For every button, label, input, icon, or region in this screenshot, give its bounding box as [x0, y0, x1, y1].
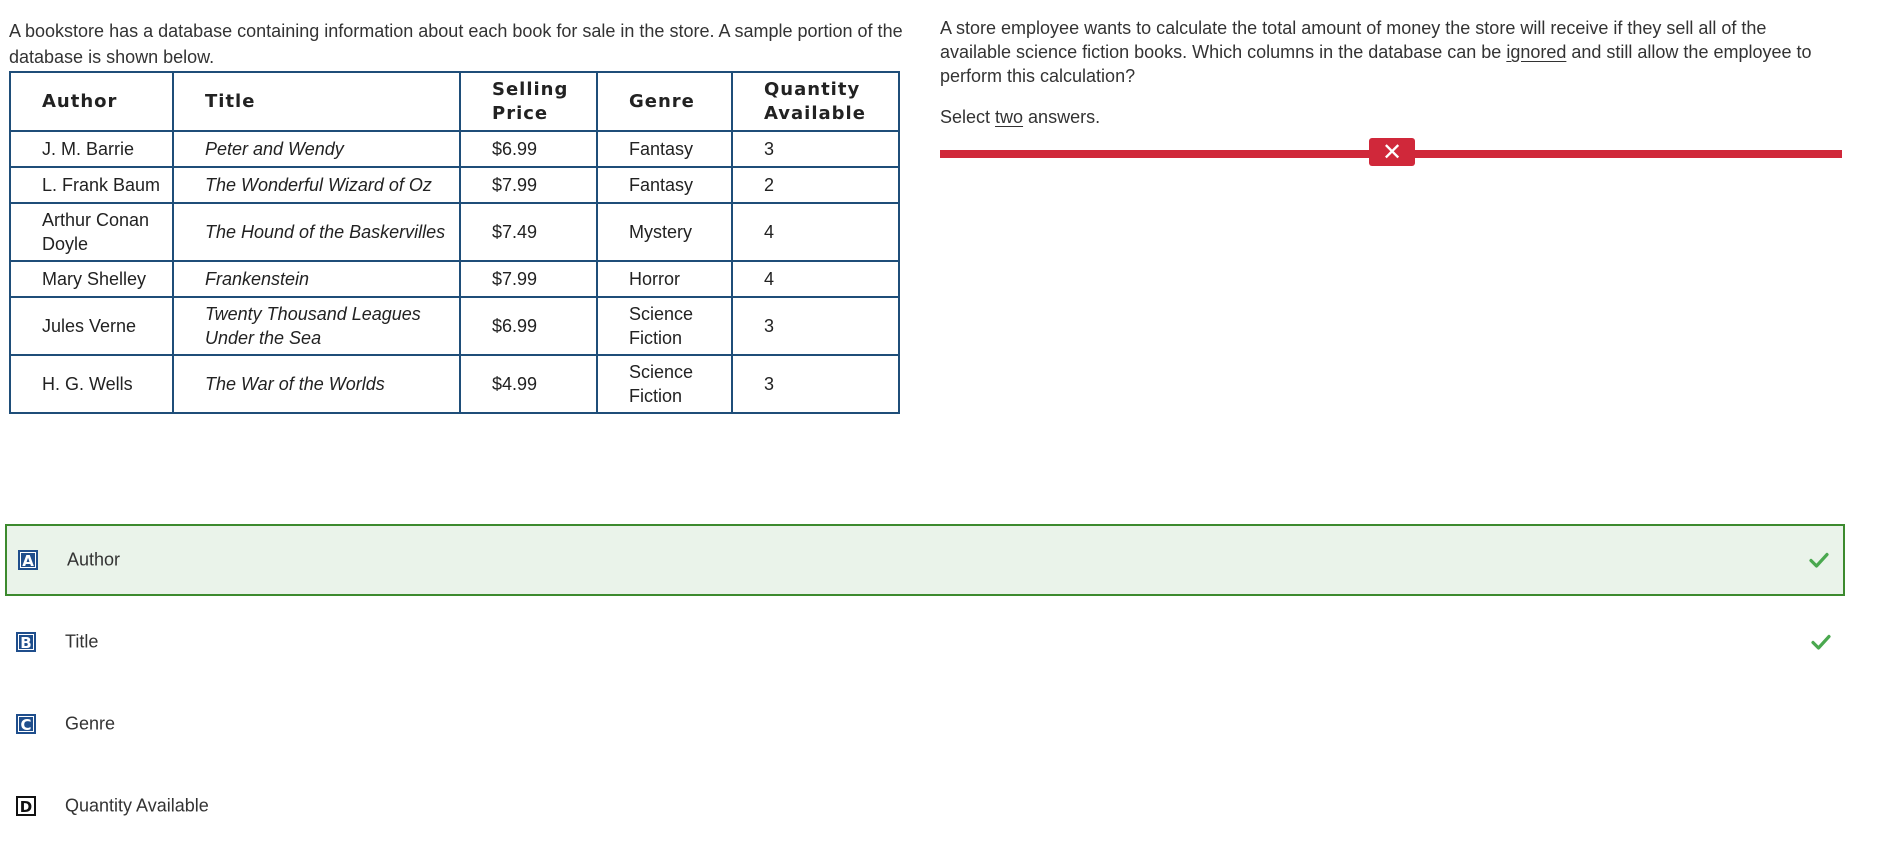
- table-row: Mary Shelley Frankenstein $7.99 Horror 4: [9, 260, 900, 298]
- table-row: H. G. Wells The War of the Worlds $4.99 …: [9, 354, 900, 414]
- choice-label: Title: [65, 631, 99, 652]
- cell-genre: Science Fiction: [596, 354, 733, 414]
- header-genre: Genre: [596, 71, 733, 132]
- cell-author: Arthur Conan Doyle: [9, 202, 174, 262]
- cell-title: Frankenstein: [172, 260, 461, 298]
- cell-author: H. G. Wells: [9, 354, 174, 414]
- cell-price: $7.99: [459, 260, 598, 298]
- choice-label: Author: [67, 549, 121, 570]
- cell-genre: Fantasy: [596, 166, 733, 204]
- table-row: J. M. Barrie Peter and Wendy $6.99 Fanta…: [9, 130, 900, 168]
- cell-price: $6.99: [459, 296, 598, 356]
- x-icon: ✕: [1369, 138, 1415, 166]
- instruction-post: answers.: [1023, 107, 1101, 127]
- cell-author: J. M. Barrie: [9, 130, 174, 168]
- cell-genre: Fantasy: [596, 130, 733, 168]
- cell-quantity: 4: [731, 260, 900, 298]
- table-row: L. Frank Baum The Wonderful Wizard of Oz…: [9, 166, 900, 204]
- cell-quantity: 3: [731, 296, 900, 356]
- choice-letter-badge: A: [18, 550, 38, 570]
- answer-instruction: Select two answers.: [940, 107, 1100, 128]
- choice-letter-badge: B: [16, 632, 36, 652]
- cell-title: Peter and Wendy: [172, 130, 461, 168]
- cell-quantity: 2: [731, 166, 900, 204]
- cell-title: The Wonderful Wizard of Oz: [172, 166, 461, 204]
- table-row: Arthur Conan Doyle The Hound of the Bask…: [9, 202, 900, 262]
- cell-title: Twenty Thousand Leagues Under the Sea: [172, 296, 461, 356]
- header-title: Title: [172, 71, 461, 132]
- choice-b[interactable]: B Title: [5, 606, 1845, 678]
- header-author: Author: [9, 71, 174, 132]
- choice-label: Genre: [65, 713, 116, 734]
- cell-genre: Mystery: [596, 202, 733, 262]
- cell-price: $7.49: [459, 202, 598, 262]
- choice-c[interactable]: C Genre: [5, 688, 1845, 760]
- cell-genre: Science Fiction: [596, 296, 733, 356]
- checkmark-icon: [1809, 552, 1829, 568]
- header-selling-price: Selling Price: [459, 71, 598, 132]
- cell-price: $7.99: [459, 166, 598, 204]
- cell-price: $6.99: [459, 130, 598, 168]
- table-header-row: Author Title Selling Price Genre Quantit…: [9, 71, 900, 132]
- cell-title: The War of the Worlds: [172, 354, 461, 414]
- choice-d[interactable]: D Quantity Available: [5, 770, 1845, 842]
- cell-author: L. Frank Baum: [9, 166, 174, 204]
- stimulus-intro: A bookstore has a database containing in…: [9, 21, 903, 67]
- question-prompt: A store employee wants to calculate the …: [940, 16, 1840, 88]
- cell-author: Jules Verne: [9, 296, 174, 356]
- question-emphasis: ignored: [1506, 42, 1567, 62]
- cell-author: Mary Shelley: [9, 260, 174, 298]
- instruction-pre: Select: [940, 107, 996, 127]
- header-quantity-available: Quantity Available: [731, 71, 900, 132]
- choice-letter-badge: C: [16, 714, 36, 734]
- choice-letter-badge: D: [16, 796, 36, 816]
- table-row: Jules Verne Twenty Thousand Leagues Unde…: [9, 296, 900, 356]
- cell-quantity: 3: [731, 354, 900, 414]
- cell-title: The Hound of the Baskervilles: [172, 202, 461, 262]
- choice-label: Quantity Available: [65, 795, 209, 816]
- cell-price: $4.99: [459, 354, 598, 414]
- cell-genre: Horror: [596, 260, 733, 298]
- checkmark-icon: [1811, 634, 1831, 650]
- cell-quantity: 4: [731, 202, 900, 262]
- instruction-emphasis: two: [995, 107, 1024, 127]
- cell-quantity: 3: [731, 130, 900, 168]
- choice-a[interactable]: A Author: [5, 524, 1845, 596]
- book-database-table: Author Title Selling Price Genre Quantit…: [9, 71, 900, 414]
